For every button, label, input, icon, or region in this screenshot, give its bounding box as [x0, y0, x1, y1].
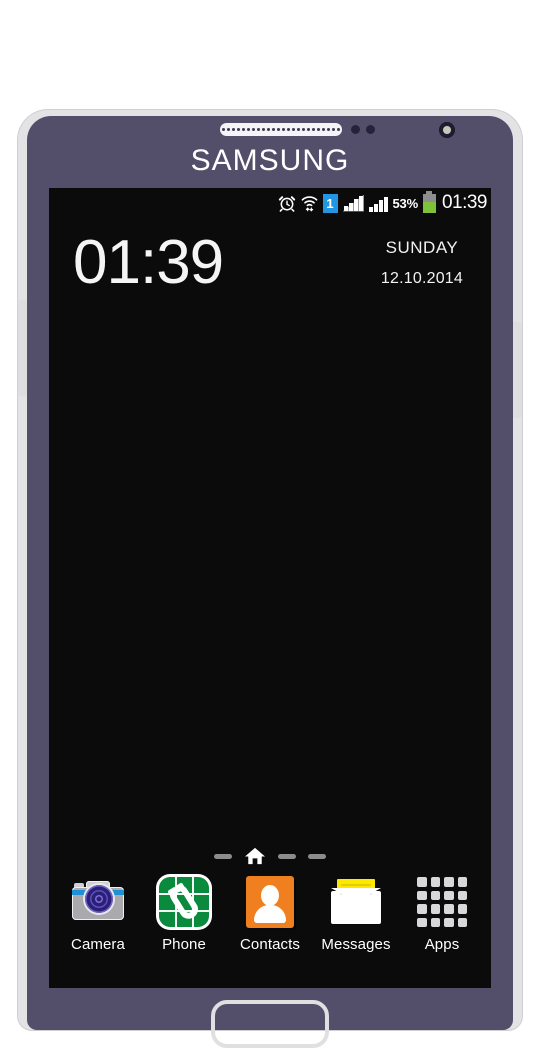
camera-icon[interactable] [70, 874, 126, 930]
signal-bars-sim1-icon [343, 195, 365, 212]
brand-text: SAMSUNG [190, 144, 350, 177]
home-button[interactable] [211, 1000, 329, 1048]
clock-widget-date-block: SUNDAY 12.10.2014 [381, 238, 463, 288]
status-bar: 1 53% 01:39 [49, 188, 491, 218]
samsung-brand-logo: SAMSUNG [27, 144, 513, 178]
power-button[interactable] [512, 322, 522, 418]
messages-icon[interactable] [328, 874, 384, 930]
clock-widget-date: 12.10.2014 [380, 270, 463, 287]
page-dot-4[interactable] [308, 853, 326, 859]
dock-item-messages[interactable]: Messages [316, 874, 396, 953]
home-icon[interactable] [244, 846, 266, 866]
battery-percent-label: 53% [392, 195, 419, 211]
proximity-sensor-icon [351, 125, 381, 135]
clock-widget-day: SUNDAY [385, 238, 459, 257]
dock-item-contacts[interactable]: Contacts [230, 874, 310, 953]
signal-bars-sim2-icon [369, 195, 388, 212]
clock-widget-time: 01:39 [73, 228, 224, 297]
dock-item-phone[interactable]: Phone [144, 874, 224, 953]
dock-label-camera: Camera [71, 936, 125, 953]
dock: Camera Phone Contacts Messages Apps [49, 874, 491, 982]
battery-icon [422, 190, 436, 213]
dock-label-contacts: Contacts [240, 936, 300, 953]
page-dot-3[interactable] [278, 853, 296, 859]
apps-grid-icon[interactable] [414, 874, 470, 930]
status-bar-clock: 01:39 [441, 192, 488, 213]
sim-1-badge: 1 [322, 193, 338, 213]
phone-icon[interactable] [156, 874, 212, 930]
dock-item-camera[interactable]: Camera [58, 874, 138, 953]
contacts-icon[interactable] [242, 874, 298, 930]
front-camera-icon [439, 122, 455, 138]
clock-widget[interactable]: 01:39 SUNDAY 12.10.2014 [49, 232, 491, 312]
dock-label-messages: Messages [321, 936, 391, 953]
dock-label-phone: Phone [162, 936, 206, 953]
speaker-grille-icon [220, 123, 342, 136]
page-indicator [49, 846, 491, 866]
alarm-clock-icon [278, 193, 296, 213]
phone-device: SAMSUNG 1 53% 01:39 01:39 SUNDAY 12.10.2… [18, 110, 522, 1048]
wifi-icon [301, 193, 318, 213]
dock-label-apps: Apps [424, 936, 460, 953]
phone-screen[interactable]: 1 53% 01:39 01:39 SUNDAY 12.10.2014 Came… [49, 188, 491, 988]
dock-item-apps[interactable]: Apps [402, 874, 482, 953]
page-dot-1[interactable] [214, 853, 232, 859]
phone-bezel: SAMSUNG 1 53% 01:39 01:39 SUNDAY 12.10.2… [27, 116, 513, 1048]
